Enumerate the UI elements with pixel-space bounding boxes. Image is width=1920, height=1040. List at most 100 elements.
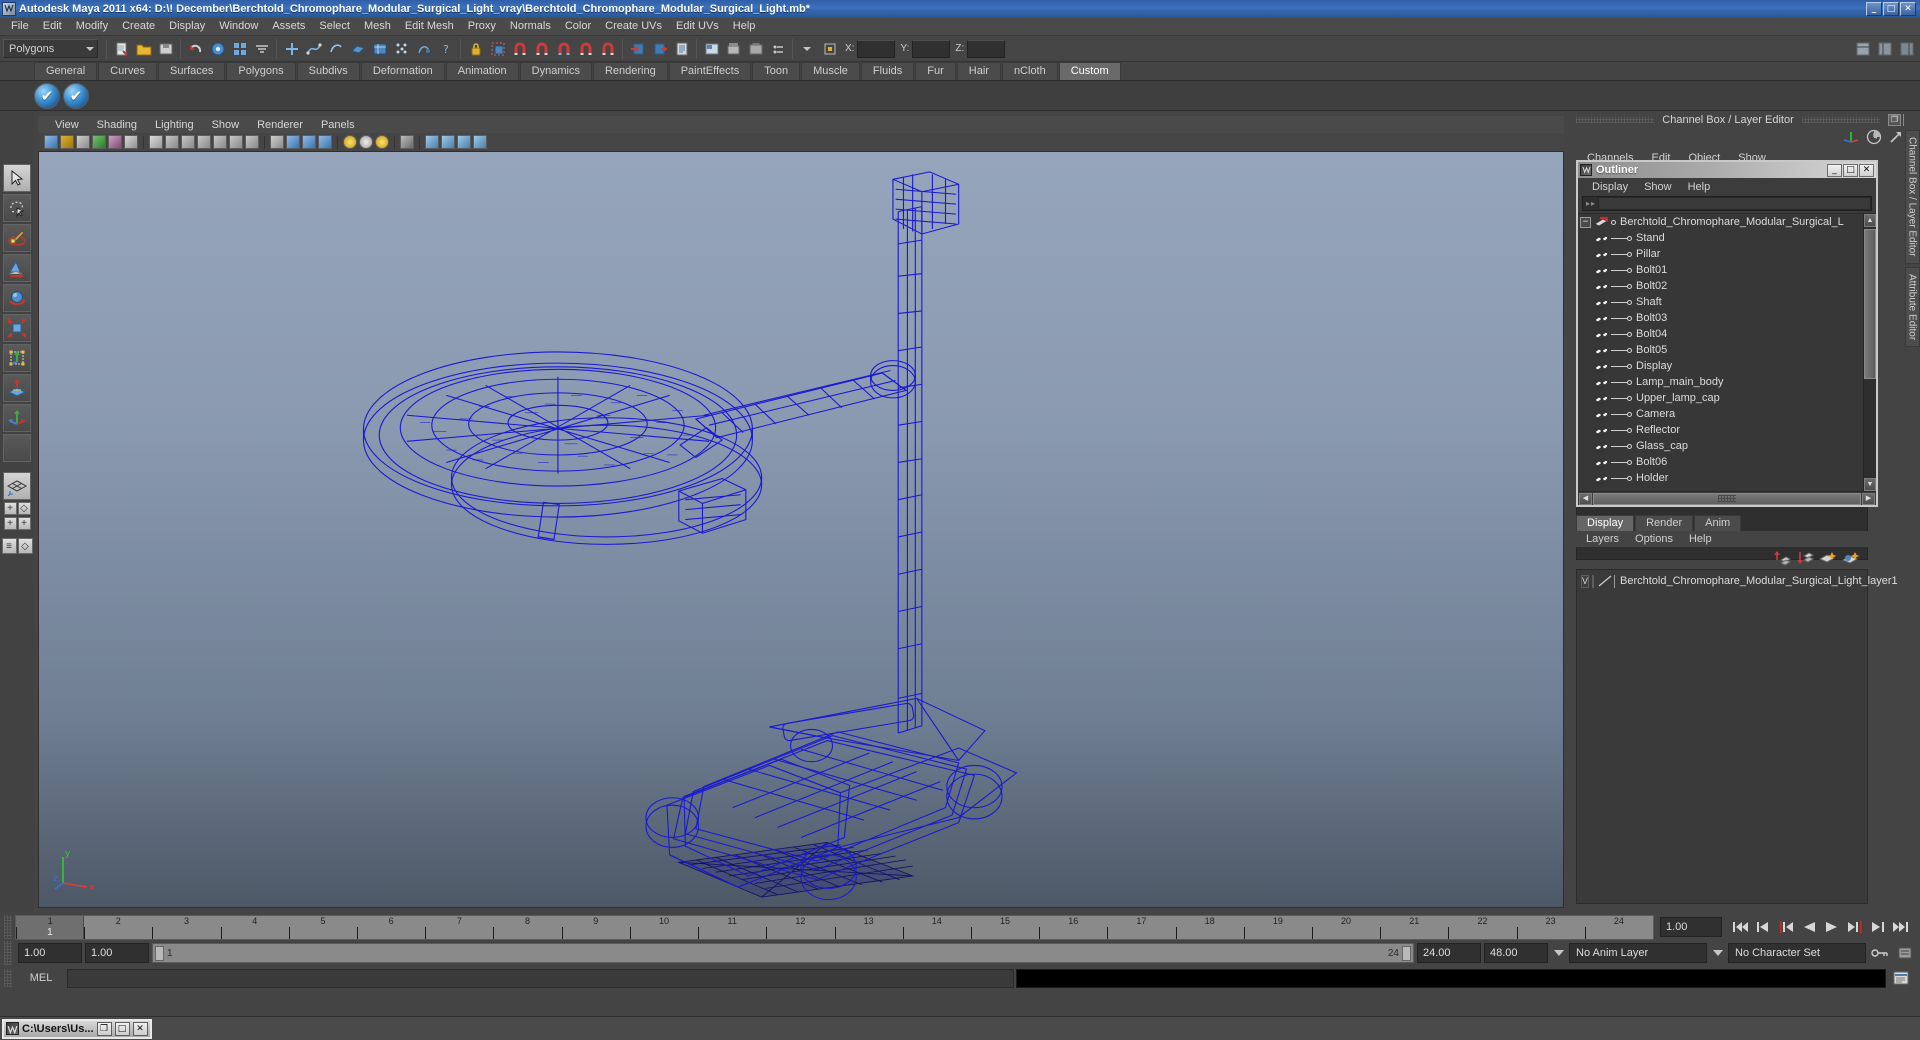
image-plane-icon[interactable] — [108, 135, 122, 149]
outliner-root-item[interactable]: − Berchtold_Chromophare_Modular_Surgical… — [1578, 214, 1876, 230]
range-start-time-field[interactable]: 1.00 — [85, 943, 149, 963]
maximize-icon[interactable]: □ — [114, 1021, 130, 1036]
range-end-time-field[interactable]: 24.00 — [1417, 943, 1481, 963]
outliner-menu-display[interactable]: Display — [1584, 181, 1636, 193]
vertical-tab-channel-box-layer-editor[interactable]: Channel Box / Layer Editor — [1904, 130, 1920, 264]
expand-collapse-icon[interactable]: − — [1580, 216, 1591, 228]
x-input[interactable] — [857, 39, 896, 58]
check-icon[interactable]: ✔ — [34, 82, 60, 109]
command-language-label[interactable]: MEL — [15, 972, 67, 984]
menu-file[interactable]: File — [4, 18, 36, 35]
outliner-menu-show[interactable]: Show — [1636, 181, 1680, 193]
go-to-end-icon[interactable] — [1891, 917, 1910, 937]
menu-help[interactable]: Help — [726, 18, 763, 35]
menu-edit-uvs[interactable]: Edit UVs — [669, 18, 726, 35]
animation-start-time-field[interactable]: 1.00 — [18, 943, 82, 963]
magnet-icon-2[interactable] — [531, 38, 552, 59]
shelf-tab-polygons[interactable]: Polygons — [226, 62, 296, 80]
bookmark-icon[interactable] — [92, 135, 106, 149]
menu-assets[interactable]: Assets — [265, 18, 312, 35]
soft-modification-tool[interactable] — [3, 374, 31, 402]
rotate-tool[interactable] — [3, 284, 31, 312]
outliner-horizontal-scrollbar[interactable]: ◀ ▶ — [1578, 491, 1876, 505]
snap-to-points-button[interactable] — [391, 38, 412, 59]
new-layer-icon[interactable] — [1818, 550, 1837, 566]
outliner-item-bolt05[interactable]: Bolt05 — [1578, 342, 1876, 358]
shelf-tab-muscle[interactable]: Muscle — [801, 62, 860, 80]
viewport-menu-shading[interactable]: Shading — [88, 119, 146, 131]
layer-down-icon[interactable] — [1796, 550, 1815, 566]
viewport-menu-view[interactable]: View — [46, 119, 88, 131]
resolution-gate-icon[interactable] — [181, 135, 195, 149]
close-icon[interactable]: ✕ — [1859, 163, 1874, 177]
xray-joints-icon[interactable] — [441, 135, 455, 149]
magnet-icon-4[interactable] — [575, 38, 596, 59]
exposure-icon[interactable] — [457, 135, 471, 149]
z-input[interactable] — [967, 39, 1006, 58]
layer-menu-help[interactable]: Help — [1681, 533, 1720, 545]
field-chart-icon[interactable] — [213, 135, 227, 149]
open-render-view-button[interactable] — [487, 38, 508, 59]
current-time-field[interactable]: 1.00 — [1660, 917, 1722, 937]
undo-button[interactable] — [185, 38, 206, 59]
shelf-tab-deformation[interactable]: Deformation — [360, 62, 445, 80]
outliner-item-holder[interactable]: Holder — [1578, 470, 1876, 486]
move-tool[interactable] — [3, 254, 31, 282]
use-all-lights-icon[interactable] — [359, 135, 373, 149]
layer-menu-layers[interactable]: Layers — [1578, 533, 1627, 545]
safe-action-icon[interactable] — [229, 135, 243, 149]
new-layer-from-selected-icon[interactable] — [1841, 550, 1860, 566]
gamma-icon[interactable] — [473, 135, 487, 149]
auto-key-icon[interactable] — [1869, 943, 1891, 963]
panel-grip[interactable] — [1576, 117, 1655, 123]
step-forward-key-icon[interactable] — [1868, 917, 1887, 937]
open-scene-button[interactable] — [133, 38, 154, 59]
range-start-handle[interactable] — [155, 945, 164, 961]
grid-icon[interactable] — [149, 135, 163, 149]
vertical-tab-attribute-editor[interactable]: Attribute Editor — [1904, 266, 1920, 347]
select-by-hierarchy-button[interactable] — [207, 38, 228, 59]
layer-row[interactable]: V Berchtold_Chromophare_Modular_Surgical_… — [1577, 573, 1898, 589]
panel-grip[interactable] — [4, 969, 12, 987]
render-settings-button[interactable] — [745, 38, 766, 59]
arrow-up-right-icon[interactable] — [1888, 129, 1904, 150]
shelf-tab-subdivs[interactable]: Subdivs — [296, 62, 360, 80]
shelf-tab-general[interactable]: General — [34, 62, 98, 80]
layer-list[interactable]: V Berchtold_Chromophare_Modular_Surgical_… — [1576, 569, 1898, 904]
help-button[interactable]: ? — [435, 38, 456, 59]
menu-window[interactable]: Window — [212, 18, 265, 35]
outliner-item-bolt02[interactable]: Bolt02 — [1578, 278, 1876, 294]
last-tool-used[interactable] — [3, 434, 31, 462]
scroll-right-button[interactable]: ▶ — [1862, 492, 1875, 505]
perspective-viewport[interactable]: y x z — [38, 151, 1564, 908]
lock-button[interactable] — [465, 38, 486, 59]
check-icon[interactable]: ✔ — [63, 82, 89, 109]
range-slider[interactable]: 1 24 — [152, 943, 1414, 963]
shelf-tab-painteffects[interactable]: PaintEffects — [668, 62, 752, 80]
shelf-tab-fur[interactable]: Fur — [915, 62, 956, 80]
three-pane-layout[interactable]: + — [17, 517, 31, 530]
axis-gizmo-icon[interactable] — [1842, 129, 1860, 150]
layer-color-swatch[interactable] — [1597, 574, 1616, 588]
animation-preferences-icon[interactable] — [1894, 943, 1916, 963]
minimize-button[interactable]: _ — [1866, 2, 1882, 16]
input-line-mode-button[interactable] — [797, 38, 818, 59]
smooth-shade-icon[interactable] — [286, 135, 300, 149]
outliner-item-bolt03[interactable]: Bolt03 — [1578, 310, 1876, 326]
shelf-tab-hair[interactable]: Hair — [956, 62, 1001, 80]
two-d-pan-zoom-icon[interactable] — [124, 135, 138, 149]
y-input[interactable] — [912, 39, 951, 58]
outliner-menu-help[interactable]: Help — [1680, 181, 1719, 193]
shelf-tab-toon[interactable]: Toon — [752, 62, 801, 80]
select-by-component-type-button[interactable] — [251, 38, 272, 59]
use-selected-lights-icon[interactable] — [375, 135, 389, 149]
outliner-search-bar[interactable]: ▸▸ — [1582, 196, 1872, 211]
snap-to-view-plane-button[interactable] — [369, 38, 390, 59]
outliner-tree[interactable]: − Berchtold_Chromophare_Modular_Surgical… — [1578, 213, 1876, 491]
maximize-icon[interactable]: □ — [1843, 163, 1858, 177]
hypergraph-layout-icon[interactable]: ◇ — [17, 538, 33, 554]
safe-title-icon[interactable] — [245, 135, 259, 149]
script-editor-icon[interactable] — [1886, 970, 1916, 986]
viewport-menu-show[interactable]: Show — [203, 119, 249, 131]
search-input[interactable] — [1598, 197, 1871, 210]
